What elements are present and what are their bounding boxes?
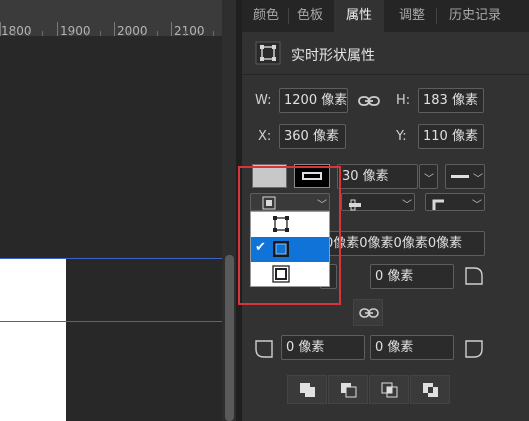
tab-swatches[interactable]: 色板 <box>292 0 328 32</box>
y-label: Y: <box>396 129 407 144</box>
corner-bottom-right-field[interactable]: 0 像素 <box>370 335 454 360</box>
tab-adjustments[interactable]: 调整 <box>394 0 430 32</box>
horizontal-ruler: 1800 1900 2000 2100 <box>0 0 222 36</box>
panel-title: 实时形状属性 <box>291 48 375 64</box>
unite-shapes-button[interactable] <box>287 375 327 404</box>
corner-top-right-icon <box>464 266 484 286</box>
intersect-shapes-icon <box>381 382 398 398</box>
stroke-width-field[interactable]: 30 像素 <box>337 164 418 189</box>
guide-line[interactable] <box>0 258 222 259</box>
exclude-overlap-icon <box>423 383 438 397</box>
cap-type-icon <box>348 196 362 215</box>
tab-color[interactable]: 颜色 <box>248 0 284 32</box>
link-icon[interactable] <box>358 93 380 109</box>
y-field[interactable]: 110 像素 <box>418 124 484 149</box>
corner-top-right-field[interactable]: 0 像素 <box>370 264 454 289</box>
corner-bottom-left-icon <box>254 339 274 359</box>
corner-bottom-right-icon <box>464 339 484 359</box>
guide-line[interactable] <box>0 321 222 322</box>
corner-type-icon <box>432 196 446 215</box>
shape-properties-icon <box>255 41 281 65</box>
ruler-label: 1800 <box>1 24 32 36</box>
height-label: H: <box>396 93 411 108</box>
tab-properties[interactable]: 属性 <box>334 0 384 32</box>
stroke-width-dropdown[interactable]: ﹀ <box>419 164 438 189</box>
corner-radius-all-field[interactable]: 0像素0像素0像素0像素 <box>320 231 485 256</box>
corner-bottom-left-field[interactable]: 0 像素 <box>281 335 365 360</box>
exclude-overlap-button[interactable] <box>410 375 450 404</box>
tab-history[interactable]: 历史记录 <box>442 0 508 32</box>
height-field[interactable]: 183 像素 <box>418 88 484 113</box>
stroke-corners-dropdown[interactable]: ﹀ <box>425 193 485 211</box>
width-label: W: <box>255 93 272 108</box>
unite-shapes-icon <box>300 383 315 397</box>
annotation-highlight-box <box>238 166 341 305</box>
white-shape-layer[interactable] <box>0 258 66 421</box>
scrollbar-thumb[interactable] <box>225 255 234 421</box>
stroke-type-dropdown[interactable]: ﹀ <box>445 164 485 189</box>
link-corners-button[interactable] <box>353 299 383 326</box>
intersect-shapes-button[interactable] <box>369 375 409 404</box>
subtract-front-button[interactable] <box>328 375 368 404</box>
subtract-front-icon <box>341 383 357 398</box>
panel-tab-bar: 颜色 色板 属性 调整 历史记录 <box>242 0 529 32</box>
stroke-caps-dropdown[interactable]: ﹀ <box>341 193 415 211</box>
x-field[interactable]: 360 像素 <box>279 124 346 149</box>
x-label: X: <box>258 129 272 144</box>
width-field[interactable]: 1200 像素 <box>279 88 348 113</box>
